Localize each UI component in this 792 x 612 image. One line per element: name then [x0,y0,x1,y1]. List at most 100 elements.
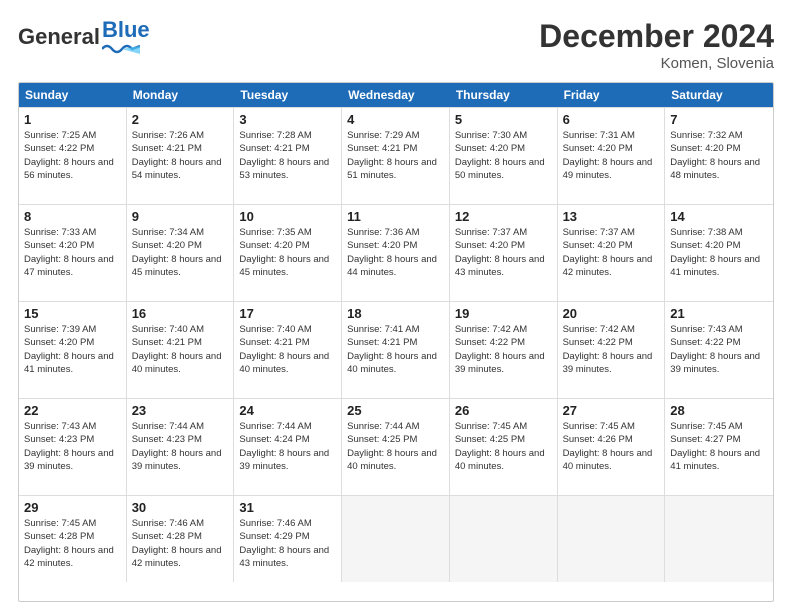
day-number-19: 19 [455,306,552,321]
day-info-22: Sunrise: 7:43 AM Sunset: 4:23 PM Dayligh… [24,420,121,473]
logo: General Blue [18,18,150,55]
day-number-16: 16 [132,306,229,321]
day-info-6: Sunrise: 7:31 AM Sunset: 4:20 PM Dayligh… [563,129,660,182]
cell-0-5: 6 Sunrise: 7:31 AM Sunset: 4:20 PM Daylig… [558,108,666,204]
cell-2-3: 18 Sunrise: 7:41 AM Sunset: 4:21 PM Dayli… [342,302,450,398]
day-info-16: Sunrise: 7:40 AM Sunset: 4:21 PM Dayligh… [132,323,229,376]
cell-2-6: 21Sunrise: 7:43 AM Sunset: 4:22 PM Dayli… [665,302,773,398]
day-info-23: Sunrise: 7:44 AM Sunset: 4:23 PM Dayligh… [132,420,229,473]
day-info-8: Sunrise: 7:33 AM Sunset: 4:20 PM Dayligh… [24,226,121,279]
cell-2-1: 16 Sunrise: 7:40 AM Sunset: 4:21 PM Dayli… [127,302,235,398]
header-tuesday: Tuesday [234,83,342,107]
day-number-27: 27 [563,403,660,418]
day-info-9: Sunrise: 7:34 AM Sunset: 4:20 PM Dayligh… [132,226,229,279]
day-number-6: 6 [563,112,660,127]
cell-3-2: 24 Sunrise: 7:44 AM Sunset: 4:24 PM Dayli… [234,399,342,495]
day-number-11: 11 [347,209,444,224]
cell-4-0: 29 Sunrise: 7:45 AM Sunset: 4:28 PM Dayli… [19,496,127,582]
header-monday: Monday [127,83,235,107]
day-number-18: 18 [347,306,444,321]
day-number-29: 29 [24,500,121,515]
day-number-24: 24 [239,403,336,418]
day-number-26: 26 [455,403,552,418]
day-number-9: 9 [132,209,229,224]
day-number-22: 22 [24,403,121,418]
cell-3-4: 26 Sunrise: 7:45 AM Sunset: 4:25 PM Dayli… [450,399,558,495]
day-number-15: 15 [24,306,121,321]
day-number-21: 21 [670,306,768,321]
day-info-19: Sunrise: 7:42 AM Sunset: 4:22 PM Dayligh… [455,323,552,376]
cell-2-0: 15 Sunrise: 7:39 AM Sunset: 4:20 PM Dayli… [19,302,127,398]
cell-0-2: 3 Sunrise: 7:28 AM Sunset: 4:21 PM Daylig… [234,108,342,204]
day-number-23: 23 [132,403,229,418]
main-title: December 2024 [539,18,774,55]
cell-0-4: 5Sunrise: 7:30 AM Sunset: 4:20 PM Daylig… [450,108,558,204]
day-number-13: 13 [563,209,660,224]
day-number-12: 12 [455,209,552,224]
cell-0-6: 7 Sunrise: 7:32 AM Sunset: 4:20 PM Daylig… [665,108,773,204]
cell-2-4: 19 Sunrise: 7:42 AM Sunset: 4:22 PM Dayli… [450,302,558,398]
cell-0-1: 2Sunrise: 7:26 AM Sunset: 4:21 PM Daylig… [127,108,235,204]
cell-1-3: 11Sunrise: 7:36 AM Sunset: 4:20 PM Dayli… [342,205,450,301]
day-number-31: 31 [239,500,336,515]
day-number-7: 7 [670,112,768,127]
header-friday: Friday [558,83,666,107]
day-number-20: 20 [563,306,660,321]
cell-2-5: 20 Sunrise: 7:42 AM Sunset: 4:22 PM Dayli… [558,302,666,398]
day-info-12: Sunrise: 7:37 AM Sunset: 4:20 PM Dayligh… [455,226,552,279]
cell-3-0: 22 Sunrise: 7:43 AM Sunset: 4:23 PM Dayli… [19,399,127,495]
day-info-4: Sunrise: 7:29 AM Sunset: 4:21 PM Dayligh… [347,129,444,182]
calendar-body: 1Sunrise: 7:25 AM Sunset: 4:22 PM Daylig… [19,107,773,582]
cell-2-2: 17 Sunrise: 7:40 AM Sunset: 4:21 PM Dayli… [234,302,342,398]
cell-3-3: 25Sunrise: 7:44 AM Sunset: 4:25 PM Dayli… [342,399,450,495]
week-row-2: 8 Sunrise: 7:33 AM Sunset: 4:20 PM Daylig… [19,204,773,301]
day-info-7: Sunrise: 7:32 AM Sunset: 4:20 PM Dayligh… [670,129,768,182]
cell-4-2: 31Sunrise: 7:46 AM Sunset: 4:29 PM Dayli… [234,496,342,582]
day-info-3: Sunrise: 7:28 AM Sunset: 4:21 PM Dayligh… [239,129,336,182]
subtitle: Komen, Slovenia [539,55,774,72]
title-section: December 2024 Komen, Slovenia [539,18,774,72]
header-sunday: Sunday [19,83,127,107]
day-info-26: Sunrise: 7:45 AM Sunset: 4:25 PM Dayligh… [455,420,552,473]
day-info-10: Sunrise: 7:35 AM Sunset: 4:20 PM Dayligh… [239,226,336,279]
cell-4-5 [558,496,666,582]
day-number-17: 17 [239,306,336,321]
cell-4-4 [450,496,558,582]
day-info-17: Sunrise: 7:40 AM Sunset: 4:21 PM Dayligh… [239,323,336,376]
cell-3-6: 28Sunrise: 7:45 AM Sunset: 4:27 PM Dayli… [665,399,773,495]
page: General Blue December 2024 Komen, Sloven… [0,0,792,612]
cell-1-6: 14Sunrise: 7:38 AM Sunset: 4:20 PM Dayli… [665,205,773,301]
header-saturday: Saturday [665,83,773,107]
logo-general-span: General [18,24,100,49]
day-info-14: Sunrise: 7:38 AM Sunset: 4:20 PM Dayligh… [670,226,768,279]
week-row-1: 1Sunrise: 7:25 AM Sunset: 4:22 PM Daylig… [19,107,773,204]
day-number-1: 1 [24,112,121,127]
day-info-28: Sunrise: 7:45 AM Sunset: 4:27 PM Dayligh… [670,420,768,473]
day-info-18: Sunrise: 7:41 AM Sunset: 4:21 PM Dayligh… [347,323,444,376]
logo-general-text: General [18,25,100,49]
cell-1-2: 10Sunrise: 7:35 AM Sunset: 4:20 PM Dayli… [234,205,342,301]
header-thursday: Thursday [450,83,558,107]
calendar-header: Sunday Monday Tuesday Wednesday Thursday… [19,83,773,107]
logo-wave-icon [102,43,140,55]
day-info-20: Sunrise: 7:42 AM Sunset: 4:22 PM Dayligh… [563,323,660,376]
day-info-2: Sunrise: 7:26 AM Sunset: 4:21 PM Dayligh… [132,129,229,182]
header: General Blue December 2024 Komen, Sloven… [18,18,774,72]
header-wednesday: Wednesday [342,83,450,107]
cell-3-1: 23 Sunrise: 7:44 AM Sunset: 4:23 PM Dayli… [127,399,235,495]
day-info-24: Sunrise: 7:44 AM Sunset: 4:24 PM Dayligh… [239,420,336,473]
day-info-25: Sunrise: 7:44 AM Sunset: 4:25 PM Dayligh… [347,420,444,473]
cell-3-5: 27Sunrise: 7:45 AM Sunset: 4:26 PM Dayli… [558,399,666,495]
week-row-5: 29 Sunrise: 7:45 AM Sunset: 4:28 PM Dayli… [19,495,773,582]
day-info-15: Sunrise: 7:39 AM Sunset: 4:20 PM Dayligh… [24,323,121,376]
cell-4-1: 30Sunrise: 7:46 AM Sunset: 4:28 PM Dayli… [127,496,235,582]
day-info-29: Sunrise: 7:45 AM Sunset: 4:28 PM Dayligh… [24,517,121,570]
cell-0-0: 1Sunrise: 7:25 AM Sunset: 4:22 PM Daylig… [19,108,127,204]
day-number-8: 8 [24,209,121,224]
cell-1-0: 8 Sunrise: 7:33 AM Sunset: 4:20 PM Daylig… [19,205,127,301]
day-number-4: 4 [347,112,444,127]
cell-4-6 [665,496,773,582]
logo-blue-text: Blue [102,18,150,42]
day-number-3: 3 [239,112,336,127]
cell-1-4: 12 Sunrise: 7:37 AM Sunset: 4:20 PM Dayli… [450,205,558,301]
